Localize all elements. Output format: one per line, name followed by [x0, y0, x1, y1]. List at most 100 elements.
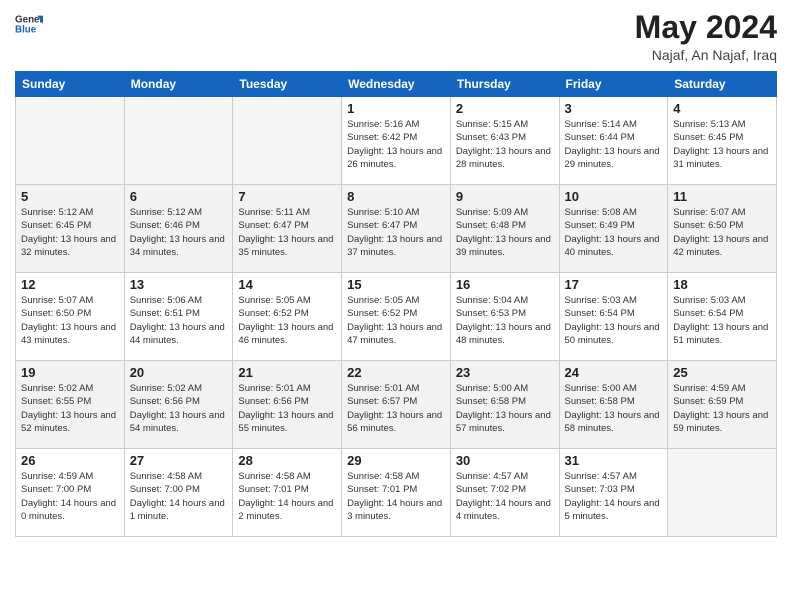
day-info: Sunrise: 5:01 AM Sunset: 6:56 PM Dayligh…: [238, 382, 336, 435]
day-number: 31: [565, 453, 663, 468]
day-number: 24: [565, 365, 663, 380]
weekday-header-row: Sunday Monday Tuesday Wednesday Thursday…: [16, 72, 777, 97]
table-row: 3 Sunrise: 5:14 AM Sunset: 6:44 PM Daylig…: [559, 97, 668, 185]
table-row: 18Sunrise: 5:03 AM Sunset: 6:54 PM Dayli…: [668, 273, 777, 361]
day-info: Sunrise: 4:59 AM Sunset: 7:00 PM Dayligh…: [21, 470, 119, 523]
table-row: 8 Sunrise: 5:10 AM Sunset: 6:47 PM Daylig…: [342, 185, 451, 273]
table-row: 16Sunrise: 5:04 AM Sunset: 6:53 PM Dayli…: [450, 273, 559, 361]
table-row: 25Sunrise: 4:59 AM Sunset: 6:59 PM Dayli…: [668, 361, 777, 449]
table-row: [16, 97, 125, 185]
day-info: Sunrise: 4:57 AM Sunset: 7:03 PM Dayligh…: [565, 470, 663, 523]
table-row: 15 Sunrise: 5:05 AM Sunset: 6:52 PM Dayli…: [342, 273, 451, 361]
table-row: 23 Sunrise: 5:00 AM Sunset: 6:58 PM Dayli…: [450, 361, 559, 449]
table-row: 22 Sunrise: 5:01 AM Sunset: 6:57 PM Dayli…: [342, 361, 451, 449]
table-row: 13 Sunrise: 5:06 AM Sunset: 6:51 PM Dayli…: [124, 273, 233, 361]
day-info: Sunrise: 5:10 AM Sunset: 6:47 PM Dayligh…: [347, 206, 445, 259]
day-number: 3: [565, 101, 663, 116]
day-info: Sunrise: 5:16 AM Sunset: 6:42 PM Dayligh…: [347, 118, 445, 171]
table-row: 28Sunrise: 4:58 AM Sunset: 7:01 PM Dayli…: [233, 449, 342, 537]
header-wednesday: Wednesday: [342, 72, 451, 97]
day-info: Sunrise: 4:59 AM Sunset: 6:59 PM Dayligh…: [673, 382, 771, 435]
day-number: 19: [21, 365, 119, 380]
table-row: 27Sunrise: 4:58 AM Sunset: 7:00 PM Dayli…: [124, 449, 233, 537]
day-number: 16: [456, 277, 554, 292]
header-thursday: Thursday: [450, 72, 559, 97]
table-row: 19 Sunrise: 5:02 AM Sunset: 6:55 PM Dayli…: [16, 361, 125, 449]
header-sunday: Sunday: [16, 72, 125, 97]
header-friday: Friday: [559, 72, 668, 97]
table-row: 10 Sunrise: 5:08 AM Sunset: 6:49 PM Dayli…: [559, 185, 668, 273]
day-number: 7: [238, 189, 336, 204]
week-row-2: 12 Sunrise: 5:07 AM Sunset: 6:50 PM Dayli…: [16, 273, 777, 361]
day-number: 9: [456, 189, 554, 204]
day-info: Sunrise: 5:02 AM Sunset: 6:55 PM Dayligh…: [21, 382, 119, 435]
day-number: 2: [456, 101, 554, 116]
day-info: Sunrise: 5:01 AM Sunset: 6:57 PM Dayligh…: [347, 382, 445, 435]
day-info: Sunrise: 5:00 AM Sunset: 6:58 PM Dayligh…: [456, 382, 554, 435]
day-info: Sunrise: 4:58 AM Sunset: 7:00 PM Dayligh…: [130, 470, 228, 523]
day-number: 22: [347, 365, 445, 380]
calendar-table: Sunday Monday Tuesday Wednesday Thursday…: [15, 71, 777, 537]
day-info: Sunrise: 5:00 AM Sunset: 6:58 PM Dayligh…: [565, 382, 663, 435]
table-row: 6 Sunrise: 5:12 AM Sunset: 6:46 PM Daylig…: [124, 185, 233, 273]
title-area: May 2024 Najaf, An Najaf, Iraq: [635, 10, 777, 63]
day-info: Sunrise: 5:07 AM Sunset: 6:50 PM Dayligh…: [21, 294, 119, 347]
table-row: [668, 449, 777, 537]
day-number: 20: [130, 365, 228, 380]
day-number: 29: [347, 453, 445, 468]
header-tuesday: Tuesday: [233, 72, 342, 97]
day-info: Sunrise: 5:08 AM Sunset: 6:49 PM Dayligh…: [565, 206, 663, 259]
table-row: 24 Sunrise: 5:00 AM Sunset: 6:58 PM Dayli…: [559, 361, 668, 449]
day-info: Sunrise: 5:05 AM Sunset: 6:52 PM Dayligh…: [238, 294, 336, 347]
day-info: Sunrise: 5:14 AM Sunset: 6:44 PM Dayligh…: [565, 118, 663, 171]
day-number: 10: [565, 189, 663, 204]
day-number: 21: [238, 365, 336, 380]
day-info: Sunrise: 5:02 AM Sunset: 6:56 PM Dayligh…: [130, 382, 228, 435]
day-number: 14: [238, 277, 336, 292]
day-number: 8: [347, 189, 445, 204]
week-row-4: 26 Sunrise: 4:59 AM Sunset: 7:00 PM Dayli…: [16, 449, 777, 537]
calendar-title: May 2024: [635, 10, 777, 45]
day-info: Sunrise: 4:58 AM Sunset: 7:01 PM Dayligh…: [347, 470, 445, 523]
day-info: Sunrise: 5:05 AM Sunset: 6:52 PM Dayligh…: [347, 294, 445, 347]
day-number: 23: [456, 365, 554, 380]
day-number: 1: [347, 101, 445, 116]
table-row: 12 Sunrise: 5:07 AM Sunset: 6:50 PM Dayli…: [16, 273, 125, 361]
day-info: Sunrise: 5:12 AM Sunset: 6:46 PM Dayligh…: [130, 206, 228, 259]
table-row: [233, 97, 342, 185]
week-row-3: 19 Sunrise: 5:02 AM Sunset: 6:55 PM Dayli…: [16, 361, 777, 449]
day-number: 18: [673, 277, 771, 292]
logo: General Blue: [15, 10, 43, 38]
day-info: Sunrise: 4:58 AM Sunset: 7:01 PM Dayligh…: [238, 470, 336, 523]
table-row: 31 Sunrise: 4:57 AM Sunset: 7:03 PM Dayli…: [559, 449, 668, 537]
day-info: Sunrise: 5:15 AM Sunset: 6:43 PM Dayligh…: [456, 118, 554, 171]
table-row: 14 Sunrise: 5:05 AM Sunset: 6:52 PM Dayli…: [233, 273, 342, 361]
day-number: 26: [21, 453, 119, 468]
week-row-1: 5Sunrise: 5:12 AM Sunset: 6:45 PM Daylig…: [16, 185, 777, 273]
table-row: 30Sunrise: 4:57 AM Sunset: 7:02 PM Dayli…: [450, 449, 559, 537]
table-row: [124, 97, 233, 185]
table-row: 7 Sunrise: 5:11 AM Sunset: 6:47 PM Daylig…: [233, 185, 342, 273]
day-number: 15: [347, 277, 445, 292]
day-info: Sunrise: 5:09 AM Sunset: 6:48 PM Dayligh…: [456, 206, 554, 259]
day-info: Sunrise: 5:11 AM Sunset: 6:47 PM Dayligh…: [238, 206, 336, 259]
day-number: 6: [130, 189, 228, 204]
table-row: 5Sunrise: 5:12 AM Sunset: 6:45 PM Daylig…: [16, 185, 125, 273]
table-row: 29 Sunrise: 4:58 AM Sunset: 7:01 PM Dayli…: [342, 449, 451, 537]
day-number: 12: [21, 277, 119, 292]
day-number: 13: [130, 277, 228, 292]
calendar-wrapper: General Blue May 2024 Najaf, An Najaf, I…: [0, 0, 792, 547]
table-row: 26 Sunrise: 4:59 AM Sunset: 7:00 PM Dayli…: [16, 449, 125, 537]
day-info: Sunrise: 5:12 AM Sunset: 6:45 PM Dayligh…: [21, 206, 119, 259]
day-info: Sunrise: 5:06 AM Sunset: 6:51 PM Dayligh…: [130, 294, 228, 347]
table-row: 4Sunrise: 5:13 AM Sunset: 6:45 PM Daylig…: [668, 97, 777, 185]
svg-text:Blue: Blue: [15, 24, 37, 35]
table-row: 2 Sunrise: 5:15 AM Sunset: 6:43 PM Daylig…: [450, 97, 559, 185]
logo-icon: General Blue: [15, 10, 43, 38]
day-info: Sunrise: 4:57 AM Sunset: 7:02 PM Dayligh…: [456, 470, 554, 523]
week-row-0: 1 Sunrise: 5:16 AM Sunset: 6:42 PM Daylig…: [16, 97, 777, 185]
table-row: 1 Sunrise: 5:16 AM Sunset: 6:42 PM Daylig…: [342, 97, 451, 185]
calendar-subtitle: Najaf, An Najaf, Iraq: [635, 47, 777, 63]
header-saturday: Saturday: [668, 72, 777, 97]
table-row: 11Sunrise: 5:07 AM Sunset: 6:50 PM Dayli…: [668, 185, 777, 273]
